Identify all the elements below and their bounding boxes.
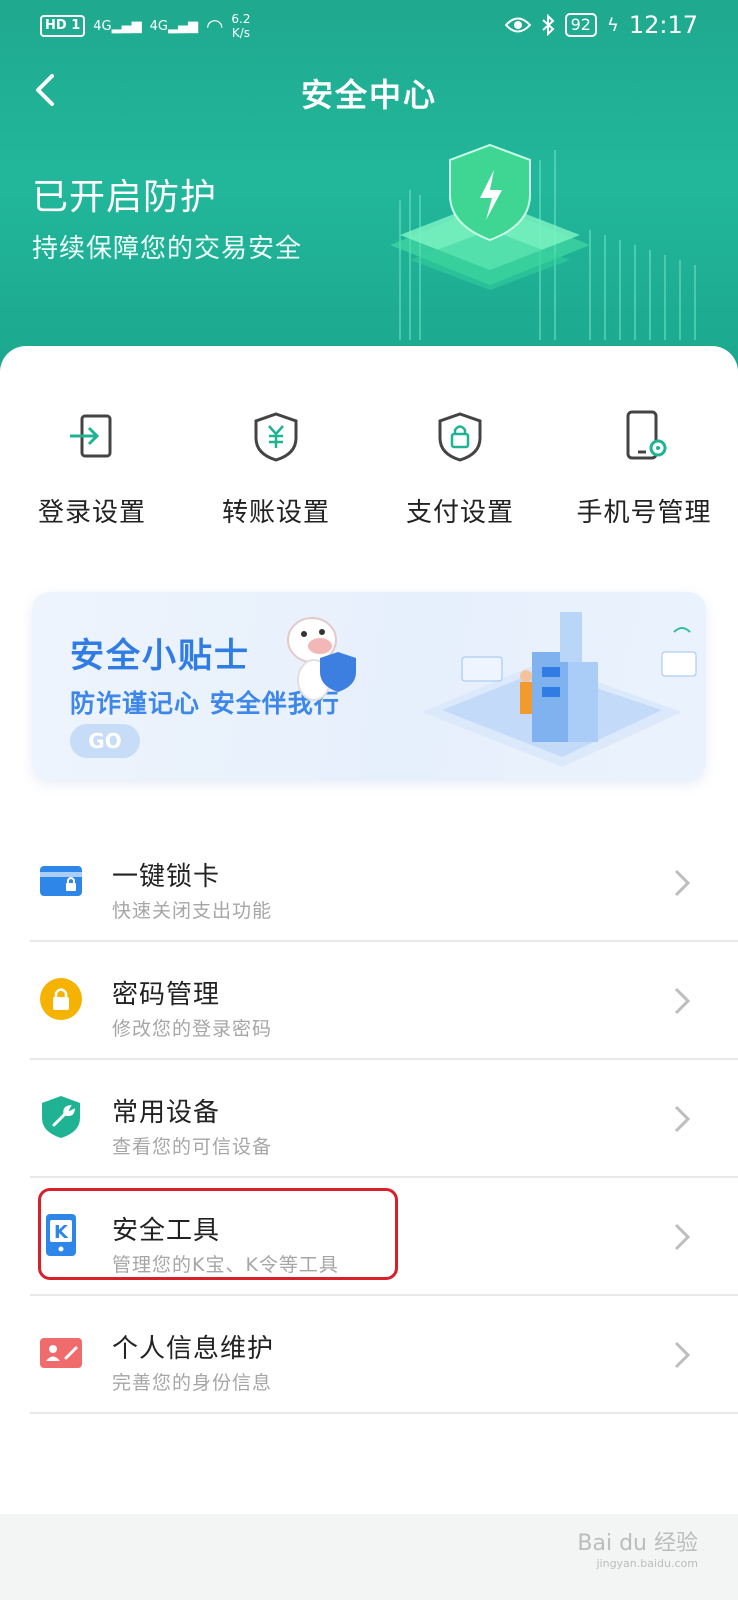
bluetooth-icon [541,14,555,36]
phone-gear-icon [626,410,667,460]
signal-icon-1: 4G▂▄▆ [93,18,142,34]
signal-icon-2: 4G▂▄▆ [149,18,198,34]
page-title: 安全中心 [300,76,437,114]
wrench-shield-icon [42,1096,80,1138]
login-icon [70,414,112,458]
quick-transfer-settings[interactable]: 转账设置 [184,406,368,529]
go-button[interactable]: GO [70,724,140,758]
header-banner: HD 1 4G▂▄▆ 4G▂▄▆ ◠ 6.2 K/s 92 ϟ 12:17 安全中… [0,0,738,400]
chevron-right-icon [674,869,691,897]
clock: 12:17 [628,11,698,39]
chevron-right-icon [674,987,691,1015]
hd-badge: HD 1 [40,15,86,37]
battery-level: 92 [564,13,597,37]
security-menu-list: 一键锁卡 快速关闭支出功能 密码管理 修改您的登录密码 常用设备 查看您的可信设… [30,824,738,1414]
charging-icon: ϟ [606,14,619,36]
id-card-icon [40,1338,82,1368]
baidu-watermark: Bai du 经验 jingyan.baidu.com [577,1531,698,1570]
list-item-security-tools[interactable]: K 安全工具 管理您的K宝、K令等工具 [30,1178,738,1296]
quick-phone-management[interactable]: 手机号管理 [552,406,736,529]
wifi-icon: ◠ [205,14,224,38]
list-item-personal-info[interactable]: 个人信息维护 完善您的身份信息 [30,1296,738,1414]
quick-login-settings[interactable]: 登录设置 [0,406,184,529]
nav-bar: 安全中心 [0,62,738,132]
card-lock-icon [40,866,82,896]
eye-icon [504,17,531,33]
chevron-right-icon [674,1223,691,1251]
security-shield-illustration [390,143,696,340]
server-illustration [422,612,697,767]
lock-shield-icon [438,412,482,462]
list-item-password-management[interactable]: 密码管理 修改您的登录密码 [30,942,738,1060]
protection-status-title: 已开启防护 [32,177,218,218]
protection-status-subtitle: 持续保障您的交易安全 [32,234,303,264]
chevron-right-icon [674,1341,691,1369]
content-card: 登录设置 转账设置 支付设置 手机号管理 安全小贴士 防诈谨记心 安全伴我行 G… [0,346,738,1514]
password-lock-icon [40,978,82,1020]
tips-title: 安全小贴士 [70,636,250,676]
k-token-icon: K [46,1214,76,1256]
quick-actions: 登录设置 转账设置 支付设置 手机号管理 [0,406,738,546]
quick-payment-settings[interactable]: 支付设置 [368,406,552,529]
mascot-illustration [287,617,356,701]
chevron-right-icon [674,1105,691,1133]
network-speed: 6.2 K/s [231,12,251,40]
list-item-lock-card[interactable]: 一键锁卡 快速关闭支出功能 [30,824,738,942]
svg-text:K: K [54,1222,69,1243]
security-tips-banner[interactable]: 安全小贴士 防诈谨记心 安全伴我行 GO [32,592,706,780]
yuan-shield-icon [254,412,298,462]
list-item-trusted-devices[interactable]: 常用设备 查看您的可信设备 [30,1060,738,1178]
status-bar: HD 1 4G▂▄▆ 4G▂▄▆ ◠ 6.2 K/s 92 ϟ 12:17 [0,0,738,50]
